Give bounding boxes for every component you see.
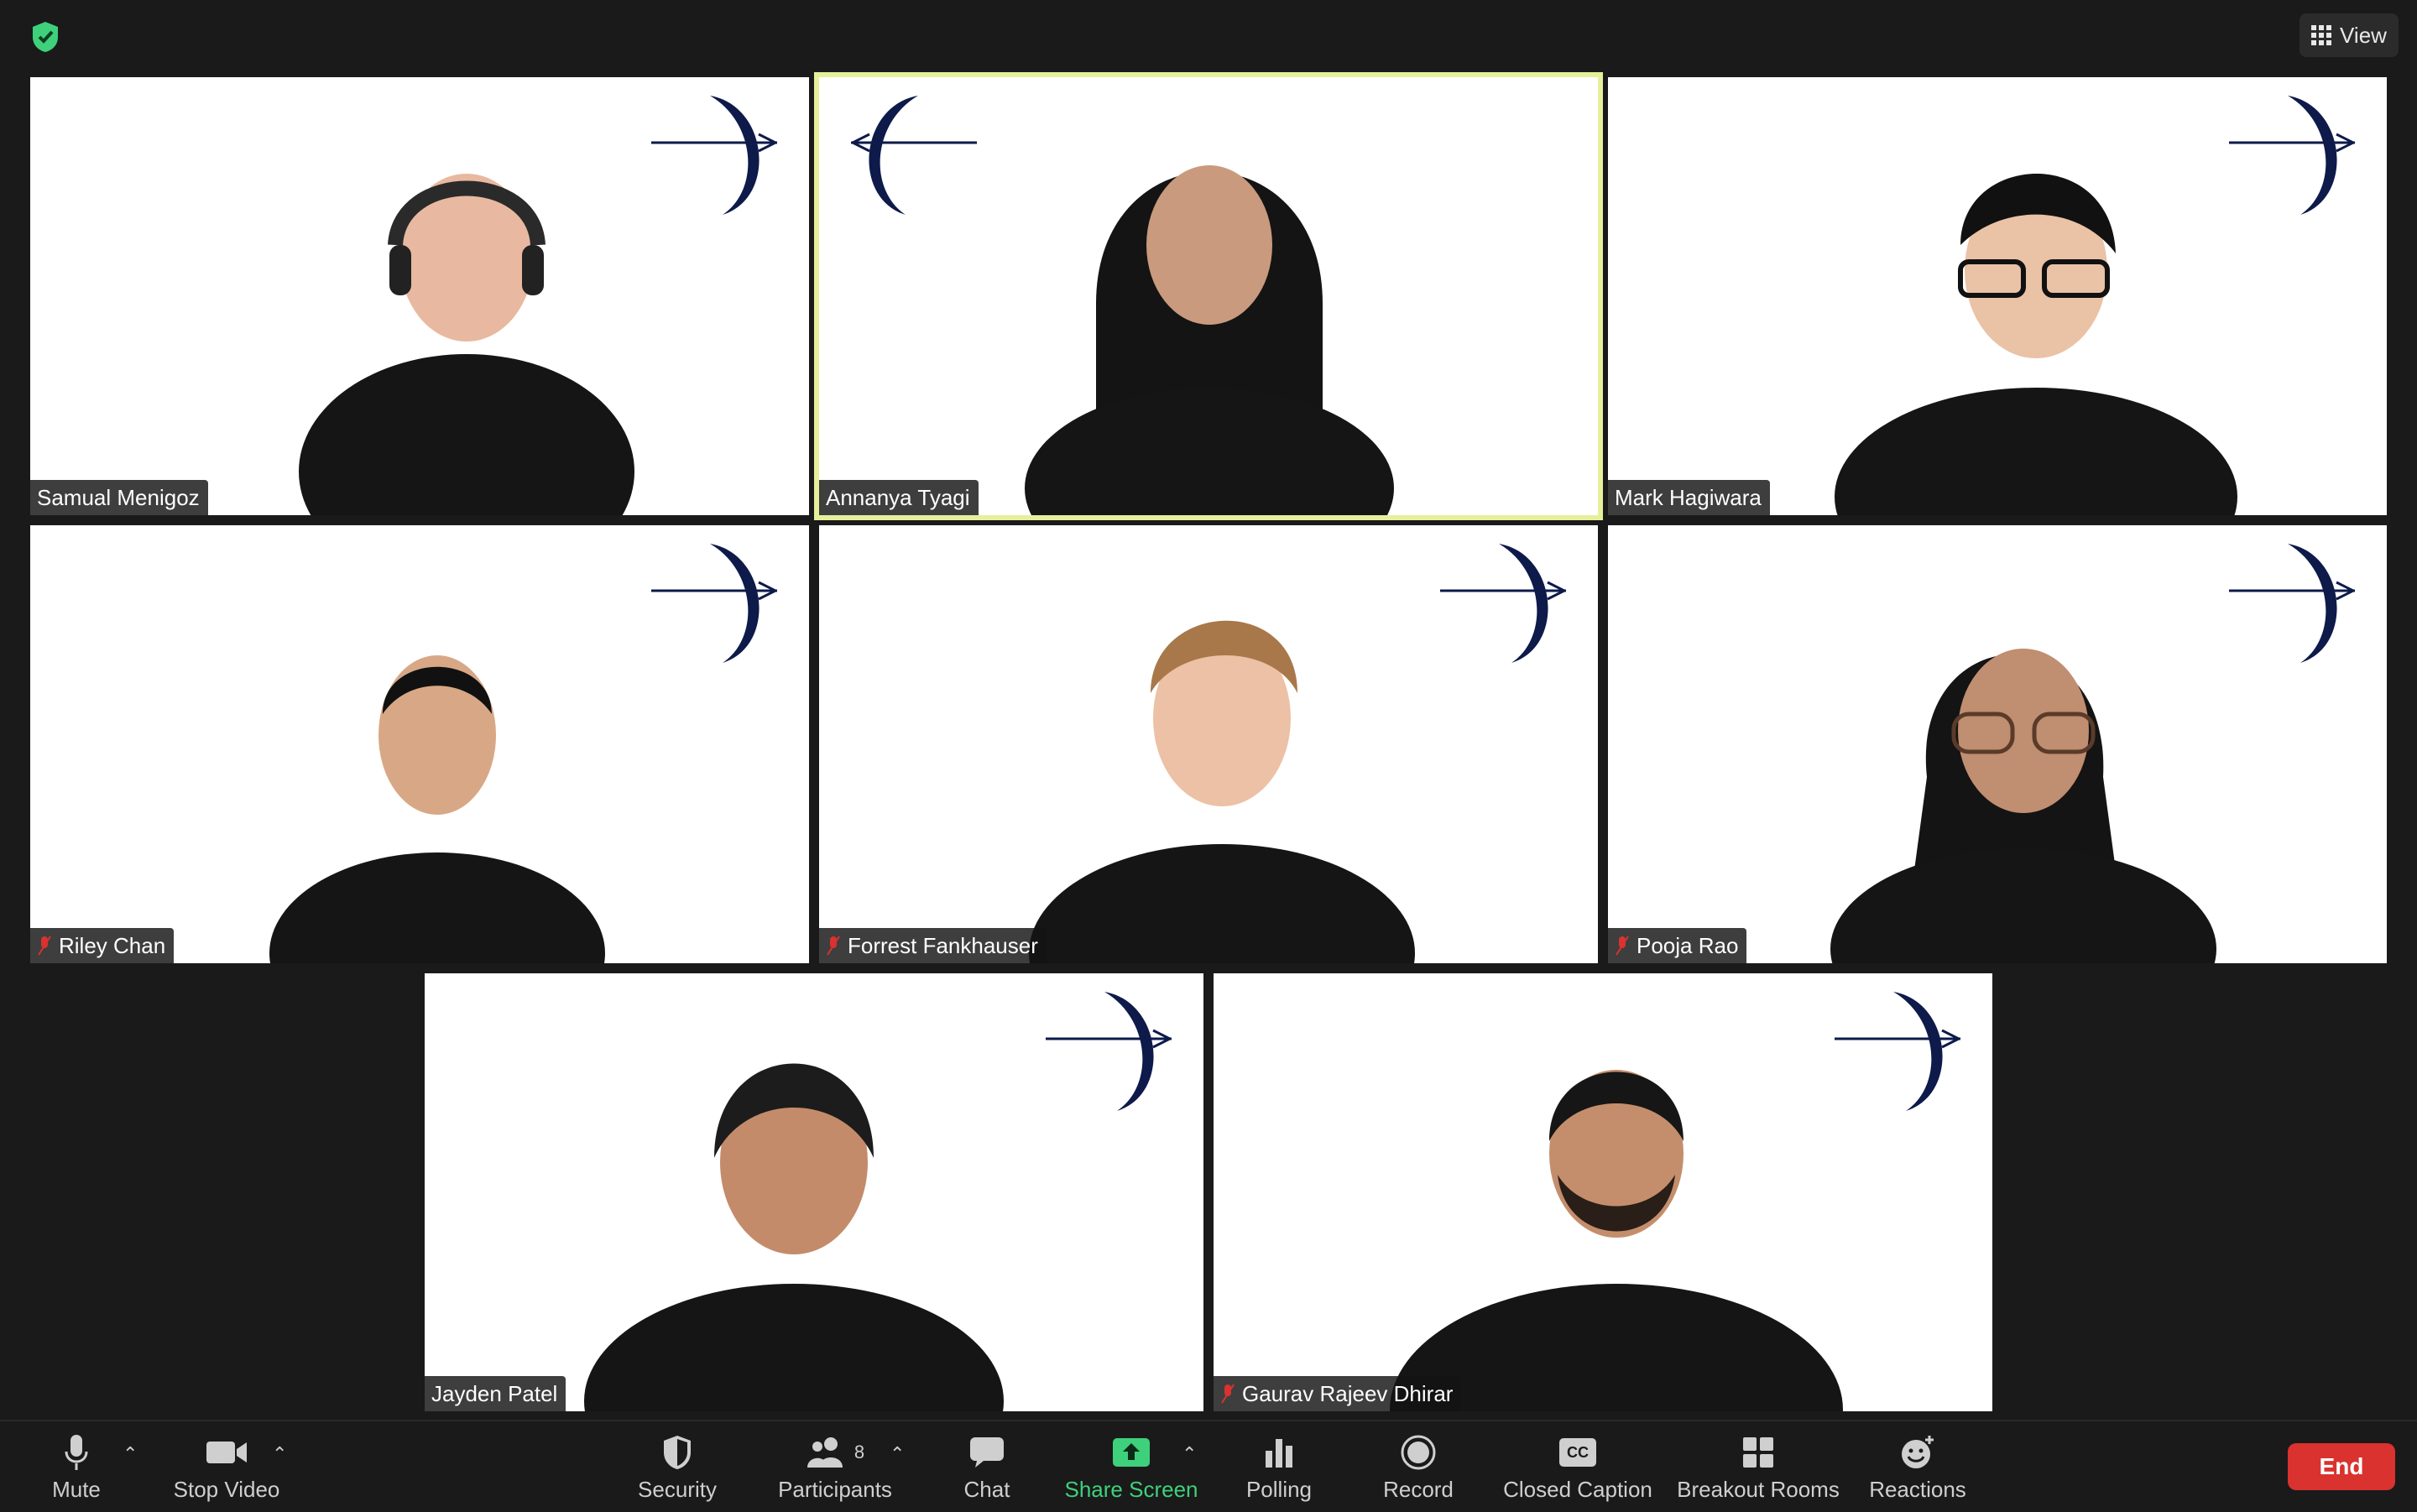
breakout-rooms-button[interactable]: Breakout Rooms (1677, 1431, 1840, 1507)
bar-chart-icon (1266, 1439, 1292, 1468)
muted-mic-icon (827, 936, 840, 956)
mute-button[interactable]: Mute (42, 1431, 111, 1507)
video-tile[interactable]: Mark Hagiwara (1608, 77, 2387, 515)
closed-caption-icon: CC (1559, 1438, 1596, 1467)
view-label: View (2340, 22, 2387, 48)
video-tile[interactable]: Riley Chan (30, 525, 809, 963)
participants-label: Participants (778, 1477, 892, 1502)
top-bar: View (0, 0, 2417, 70)
meeting-toolbar: Mute ⌃ Stop Video ⌃ Security 8 Participa… (0, 1420, 2417, 1512)
cc-badge-text: CC (1567, 1443, 1589, 1461)
participant-name-tag: Jayden Patel (425, 1376, 566, 1411)
reactions-button[interactable]: Reactions (1863, 1431, 1972, 1507)
video-tile[interactable]: Samual Menigoz (30, 77, 809, 515)
participants-count: 8 (854, 1442, 865, 1462)
team-logo (1835, 992, 1960, 1111)
share-screen-label: Share Screen (1064, 1477, 1198, 1502)
share-screen-arrow-icon (1113, 1438, 1150, 1467)
video-tile[interactable]: Jayden Patel (425, 973, 1203, 1411)
security-button[interactable]: Security (631, 1431, 723, 1507)
record-icon (1401, 1435, 1436, 1470)
stop-video-label: Stop Video (173, 1477, 280, 1502)
participant-name: Riley Chan (59, 932, 166, 958)
record-label: Record (1383, 1477, 1454, 1502)
participant-name: Gaurav Rajeev Dhirar (1242, 1380, 1454, 1406)
participant-name-tag: Annanya Tyagi (819, 480, 979, 515)
stop-video-button[interactable]: Stop Video (168, 1431, 285, 1507)
participant-name-tag: Samual Menigoz (30, 480, 208, 515)
muted-mic-icon (1616, 936, 1629, 956)
team-logo (651, 96, 777, 215)
participant-name: Samual Menigoz (37, 484, 200, 510)
record-button[interactable]: Record (1376, 1431, 1460, 1507)
video-tile[interactable]: Gaurav Rajeev Dhirar (1214, 973, 1992, 1411)
muted-mic-icon (38, 936, 51, 956)
video-tile[interactable]: Pooja Rao (1608, 525, 2387, 963)
polling-button[interactable]: Polling (1239, 1431, 1319, 1507)
closed-caption-button[interactable]: CC Closed Caption (1502, 1431, 1653, 1507)
participants-button[interactable]: 8 Participants (772, 1431, 898, 1507)
polling-label: Polling (1245, 1477, 1313, 1502)
video-tile-active-speaker[interactable]: Annanya Tyagi (814, 72, 1603, 520)
participant-name-tag: Riley Chan (30, 928, 175, 963)
team-logo (2229, 96, 2355, 215)
video-tile[interactable]: Forrest Fankhauser (819, 525, 1598, 963)
reactions-label: Reactions (1869, 1477, 1966, 1502)
team-logo (1440, 544, 1566, 663)
view-button[interactable]: View (2300, 13, 2399, 57)
chat-label: Chat (963, 1477, 1010, 1502)
audio-options-caret-icon[interactable]: ⌃ (123, 1443, 138, 1465)
encryption-shield-icon[interactable] (30, 20, 60, 54)
video-camera-icon (206, 1442, 247, 1463)
participant-name-tag: Gaurav Rajeev Dhirar (1214, 1376, 1462, 1411)
participant-name: Jayden Patel (431, 1380, 558, 1406)
microphone-icon (65, 1435, 88, 1470)
share-screen-button[interactable]: Share Screen (1064, 1431, 1198, 1507)
team-logo (651, 544, 777, 663)
mute-label: Mute (52, 1477, 101, 1502)
team-logo (1046, 992, 1172, 1111)
participant-name-tag: Forrest Fankhauser (819, 928, 1047, 963)
security-label: Security (638, 1477, 717, 1502)
breakout-rooms-label: Breakout Rooms (1677, 1477, 1840, 1502)
end-label: End (2319, 1453, 2364, 1479)
team-logo (851, 96, 977, 215)
participant-name-tag: Mark Hagiwara (1608, 480, 1770, 515)
shield-icon (664, 1436, 691, 1469)
grid-icon (2311, 25, 2332, 45)
participant-name: Mark Hagiwara (1615, 484, 1762, 510)
end-meeting-button[interactable]: End (2288, 1443, 2395, 1490)
smiley-add-icon (1902, 1436, 1934, 1468)
participant-name: Annanya Tyagi (826, 484, 970, 510)
participant-name: Forrest Fankhauser (848, 932, 1038, 958)
closed-caption-label: Closed Caption (1503, 1477, 1652, 1502)
breakout-rooms-icon (1743, 1437, 1773, 1468)
share-options-caret-icon[interactable]: ⌃ (1182, 1443, 1197, 1465)
team-logo (2229, 544, 2355, 663)
muted-mic-icon (1221, 1384, 1235, 1404)
chat-bubble-icon (970, 1437, 1004, 1468)
participant-name: Pooja Rao (1637, 932, 1739, 958)
chat-button[interactable]: Chat (947, 1431, 1027, 1507)
participants-icon (807, 1437, 843, 1468)
video-options-caret-icon[interactable]: ⌃ (272, 1443, 287, 1465)
participants-options-caret-icon[interactable]: ⌃ (890, 1443, 905, 1465)
participant-name-tag: Pooja Rao (1608, 928, 1747, 963)
